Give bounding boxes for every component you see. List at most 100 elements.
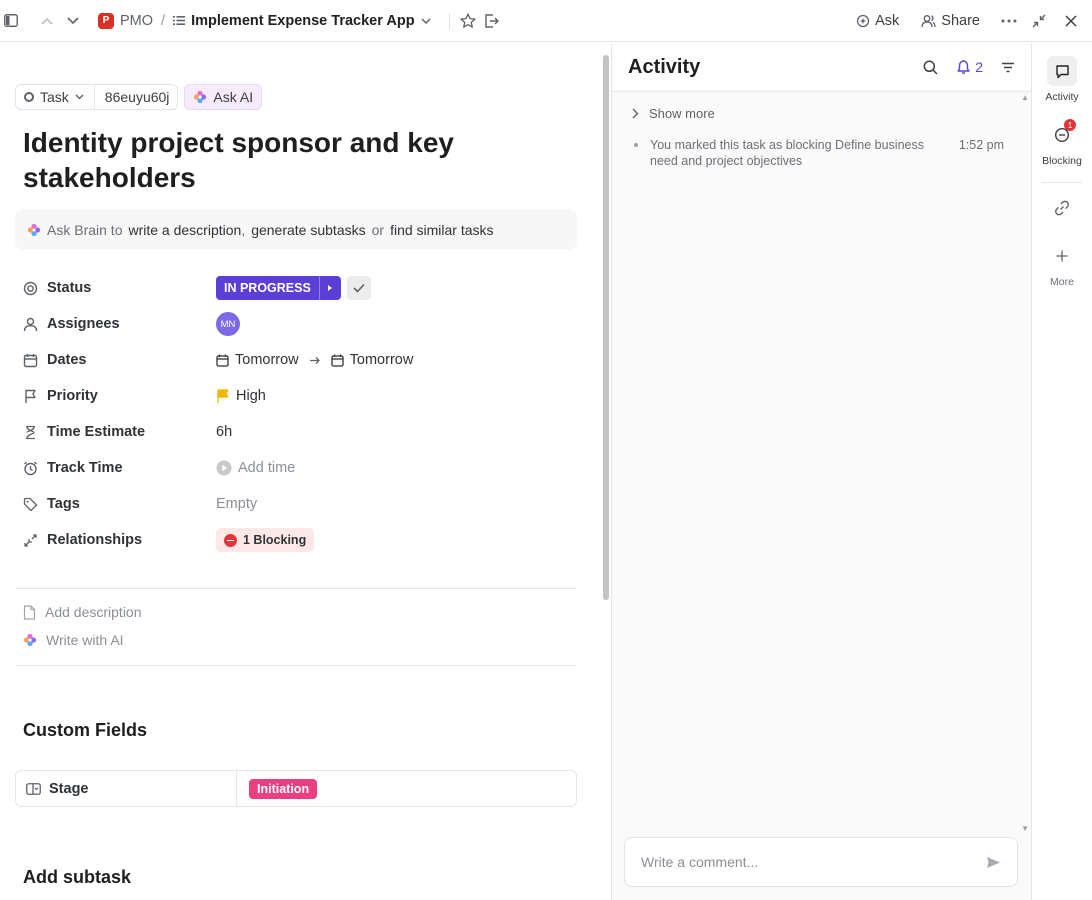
ask-brain-prefix: Ask Brain to — [47, 221, 123, 238]
checkmark-icon — [353, 283, 365, 293]
hourglass-icon — [26, 425, 35, 439]
task-title[interactable]: Identity project sponsor and key stakeho… — [23, 125, 543, 195]
blocking-value: 1 Blocking — [243, 533, 307, 547]
mark-complete-button[interactable] — [346, 276, 371, 300]
plus-icon — [1056, 250, 1068, 262]
ask-ai-label: Ask AI — [213, 89, 254, 105]
custom-fields-heading: Custom Fields — [23, 720, 148, 740]
description-section: Add description Write with AI — [15, 588, 577, 666]
topbar-divider — [448, 12, 450, 29]
avatar[interactable]: MN — [216, 312, 240, 336]
add-description-label: Add description — [45, 604, 142, 620]
rail-activity-label: Activity — [1045, 91, 1079, 103]
link-icon — [1055, 200, 1069, 216]
add-subtask-heading[interactable]: Add subtask — [23, 867, 131, 888]
tags-value[interactable]: Empty — [216, 496, 257, 512]
task-id[interactable]: 86euyu60j — [103, 89, 178, 105]
relationship-icon — [24, 533, 37, 547]
field-relationships: Relationships 1 Blocking — [23, 522, 583, 558]
task-detail-pane: Task 86euyu60j Ask AI Identity project s… — [0, 43, 600, 900]
more-options-icon[interactable] — [998, 10, 1020, 32]
star-icon[interactable] — [459, 13, 476, 28]
rail-more-label: More — [1050, 276, 1074, 288]
ask-brain-comma: , — [241, 221, 246, 238]
blocking-relationship-pill[interactable]: 1 Blocking — [216, 528, 315, 552]
notification-count: 2 — [975, 59, 983, 75]
add-description-button[interactable]: Add description — [23, 598, 577, 626]
ai-spark-icon — [856, 14, 870, 27]
scrollbar-thumb[interactable] — [603, 55, 609, 600]
task-fields: Status IN PROGRESS Assignees MN Dates To… — [23, 270, 583, 558]
blocking-icon — [224, 533, 237, 547]
search-icon[interactable] — [923, 60, 938, 75]
rail-activity[interactable]: Activity — [1032, 56, 1092, 103]
chevron-down-icon[interactable] — [62, 10, 84, 32]
send-icon[interactable] — [986, 856, 1001, 869]
find-similar-tasks-link[interactable]: find similar tasks — [390, 222, 493, 238]
stage-value[interactable]: Initiation — [249, 778, 318, 799]
breadcrumb-list[interactable]: Implement Expense Tracker App — [191, 13, 415, 29]
comment-icon — [1055, 64, 1069, 78]
task-type-chip[interactable]: Task 86euyu60j — [15, 84, 179, 110]
move-icon[interactable] — [484, 13, 499, 28]
task-pane-scrollbar[interactable] — [600, 43, 612, 900]
rail-more[interactable]: More — [1032, 241, 1092, 288]
alarm-clock-icon — [24, 461, 37, 475]
play-circle-icon — [216, 460, 232, 476]
activity-scroll-up[interactable]: ▲ — [1021, 93, 1029, 102]
calendar-icon — [216, 354, 229, 367]
task-type-dropdown-icon — [75, 94, 84, 100]
dates-label: Dates — [47, 352, 87, 368]
close-icon[interactable] — [1060, 10, 1082, 32]
space-badge: P — [98, 12, 114, 29]
comment-placeholder: Write a comment... — [641, 854, 759, 870]
field-track-time: Track Time Add time — [23, 450, 583, 486]
status-label: Status — [47, 280, 92, 296]
priority-value-button[interactable]: High — [216, 388, 266, 404]
notifications-button[interactable]: 2 — [956, 59, 983, 75]
start-date[interactable]: Tomorrow — [235, 352, 299, 368]
custom-field-row: Stage Initiation — [15, 770, 577, 807]
chevron-up-icon[interactable] — [36, 10, 58, 32]
activity-event: You marked this task as blocking Define … — [634, 137, 1004, 169]
due-date[interactable]: Tomorrow — [350, 352, 414, 368]
rail-blocking[interactable]: 1 Blocking — [1032, 119, 1092, 167]
add-time-button[interactable]: Add time — [216, 460, 295, 476]
sidebar-toggle-icon[interactable] — [0, 10, 22, 32]
top-bar: P PMO / Implement Expense Tracker App As… — [0, 0, 1092, 42]
ask-ai-button[interactable]: Ask AI — [184, 84, 263, 110]
activity-panel: Activity 2 ▲ Show more You marked this t… — [612, 43, 1032, 900]
status-pill[interactable]: IN PROGRESS — [216, 276, 341, 300]
priority-value: High — [236, 388, 266, 404]
status-next-button[interactable] — [318, 276, 341, 300]
ask-button[interactable]: Ask — [850, 13, 905, 29]
activity-scroll-down[interactable]: ▼ — [1021, 824, 1029, 833]
estimate-value[interactable]: 6h — [216, 424, 232, 440]
share-users-icon — [921, 14, 936, 27]
breadcrumb-dropdown-icon[interactable] — [421, 17, 431, 24]
priority-label: Priority — [47, 388, 98, 404]
write-description-link[interactable]: write a description — [128, 222, 241, 238]
minimize-icon[interactable] — [1028, 10, 1050, 32]
filter-icon[interactable] — [1001, 62, 1015, 73]
show-more-button[interactable]: Show more — [632, 106, 715, 121]
comment-box[interactable]: Write a comment... — [624, 837, 1018, 887]
status-value: IN PROGRESS — [224, 281, 311, 295]
estimate-label: Time Estimate — [47, 424, 146, 440]
generate-subtasks-link[interactable]: generate subtasks — [251, 222, 365, 238]
chip-divider — [93, 85, 95, 109]
breadcrumb: P PMO / Implement Expense Tracker App — [98, 12, 499, 29]
task-type-label: Task — [40, 89, 69, 105]
ai-flower-icon — [23, 633, 37, 647]
breadcrumb-space[interactable]: PMO — [120, 13, 153, 29]
ai-flower-icon — [27, 223, 41, 236]
rail-links[interactable] — [1032, 193, 1092, 223]
share-button[interactable]: Share — [915, 13, 986, 29]
show-more-label: Show more — [649, 106, 715, 121]
chevron-right-icon — [632, 108, 639, 119]
rail-divider — [1042, 182, 1082, 183]
write-with-ai-button[interactable]: Write with AI — [23, 626, 577, 654]
right-rail: Activity 1 Blocking More — [1032, 43, 1092, 900]
assignees-label: Assignees — [47, 316, 120, 332]
add-time-label: Add time — [238, 460, 296, 476]
